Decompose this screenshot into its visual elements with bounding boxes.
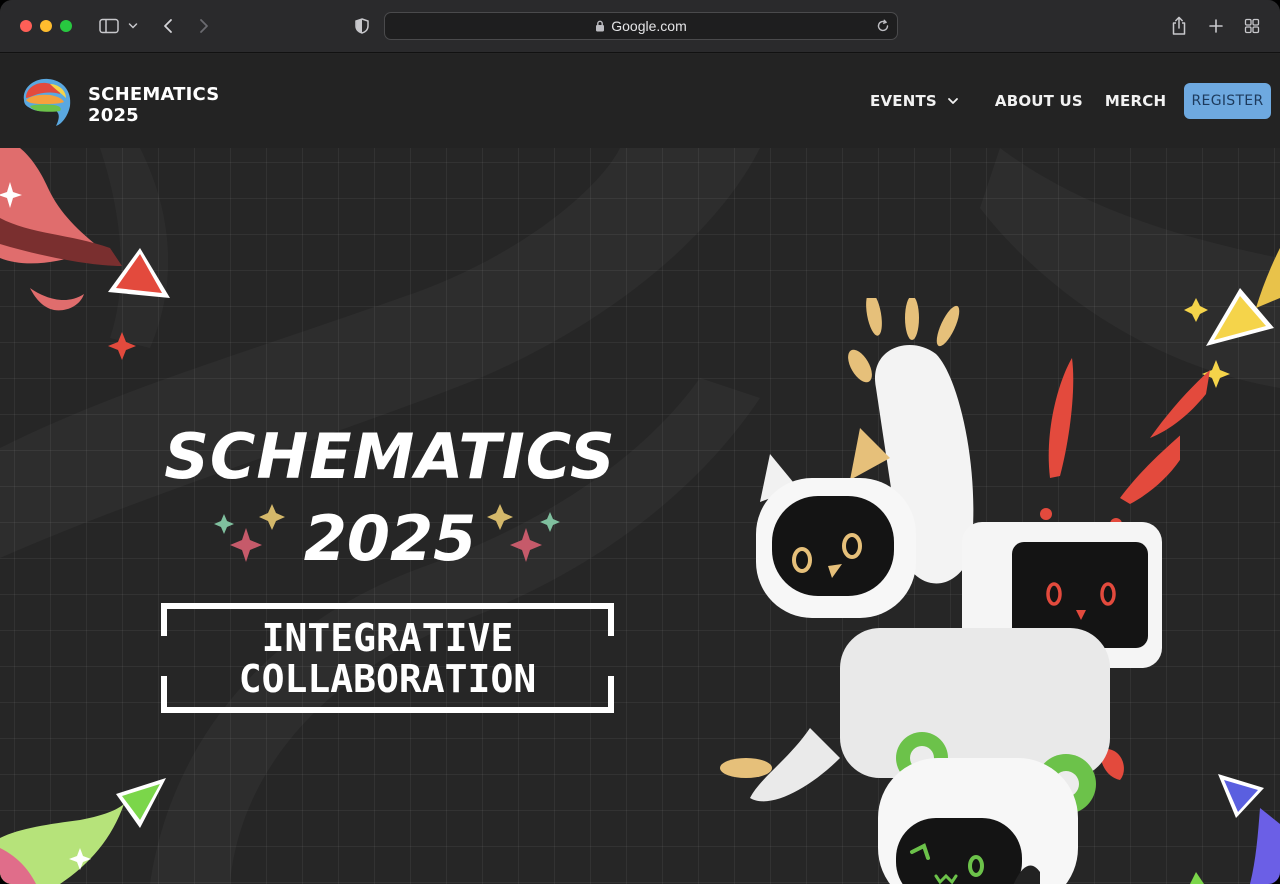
forward-button[interactable] [194,14,214,38]
minimize-window-button[interactable] [40,20,52,32]
site-header: SCHEMATICS 2025 EVENTS ABOUT US MERCH RE… [0,54,1280,148]
tab-overview-button[interactable] [1242,14,1262,38]
sidebar-toggle-button[interactable] [97,14,121,38]
zoom-window-button[interactable] [60,20,72,32]
mascot-illustration [720,298,1180,884]
share-icon [1171,16,1187,36]
chevron-down-icon [128,22,138,30]
schematics-logo [20,76,76,133]
hero-title: SCHEMATICS [164,420,616,493]
brand-year: 2025 [88,104,139,126]
nav-merch[interactable]: MERCH [1105,92,1166,110]
shield-icon [355,18,369,34]
browser-toolbar: Google.com [0,0,1280,53]
sidebar-menu-button[interactable] [125,14,141,38]
forward-arrow-icon [198,18,210,34]
nav-about-us[interactable]: ABOUT US [995,92,1083,110]
new-tab-button[interactable] [1206,14,1226,38]
reload-icon[interactable] [875,18,891,37]
privacy-report-button[interactable] [352,14,372,38]
hero-section: SCHEMATICS 2025 INTEGRATIVE COLLABORATIO… [0,148,1280,884]
back-arrow-icon [162,18,174,34]
theme-line-1: INTEGRATIVE [261,616,514,660]
new-tab-icon [1208,18,1224,34]
share-button[interactable] [1169,14,1189,38]
close-window-button[interactable] [20,20,32,32]
hero-year: 2025 [303,502,477,575]
brand-link[interactable]: SCHEMATICS 2025 [20,76,219,133]
brand-name: SCHEMATICS [88,83,220,105]
nav-events-label: EVENTS [870,92,937,110]
lock-icon [595,20,605,32]
chevron-down-icon [947,97,959,105]
back-button[interactable] [158,14,178,38]
sidebar-icon [99,18,119,34]
theme-banner: INTEGRATIVE COLLABORATION [160,602,615,714]
browser-window: Google.com SCHEMATICS 2025 EVENTS ABOUT … [0,0,1280,884]
nav-events[interactable]: EVENTS [870,92,959,110]
register-button[interactable]: REGISTER [1184,83,1271,119]
main-nav: EVENTS ABOUT US MERCH [870,92,1166,110]
address-bar[interactable]: Google.com [384,12,898,40]
tab-overview-icon [1244,18,1260,34]
address-text: Google.com [611,18,687,34]
theme-line-2: COLLABORATION [238,657,537,701]
